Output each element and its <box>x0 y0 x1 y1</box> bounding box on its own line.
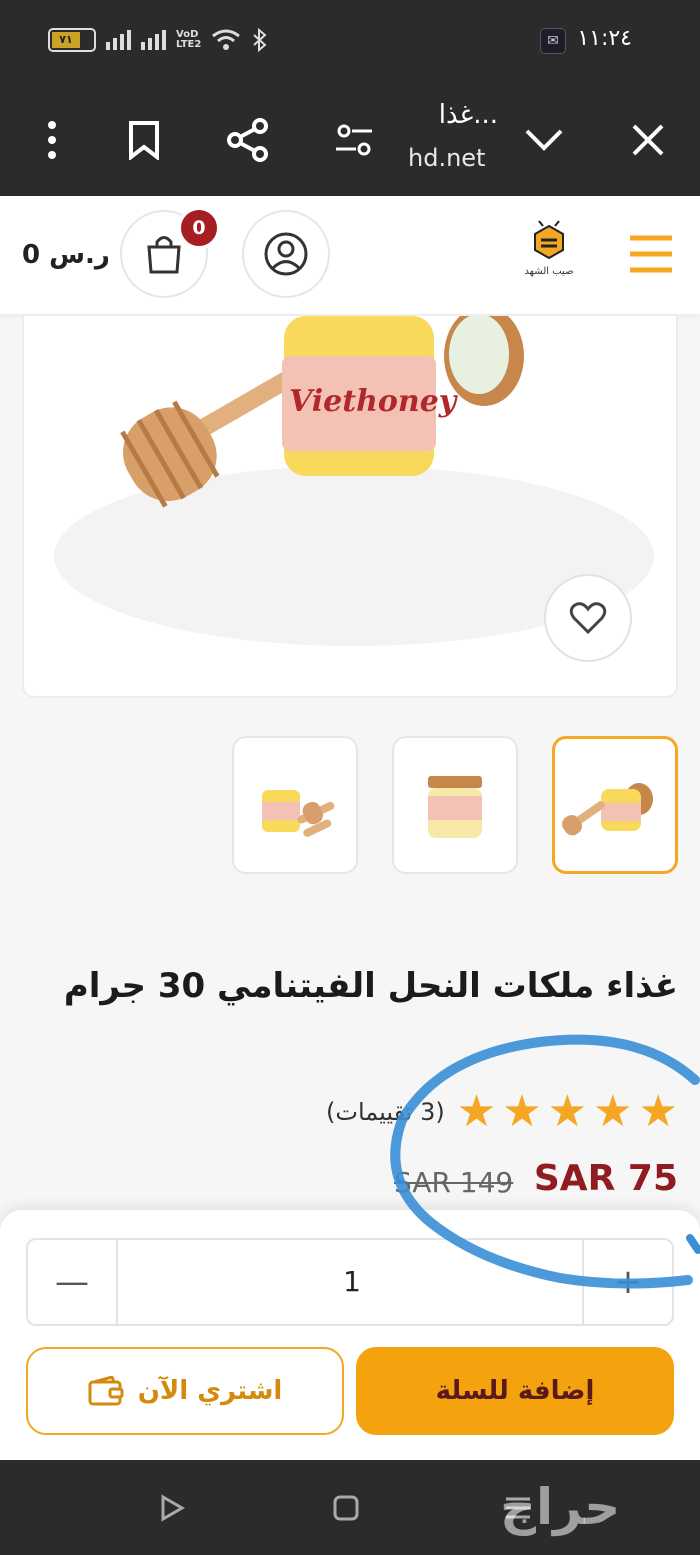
star-icon: ★ <box>456 1086 497 1137</box>
shopping-bag-icon <box>147 236 181 274</box>
buy-now-button[interactable]: اشتري الآن <box>26 1347 344 1435</box>
battery-icon: ٧١ <box>48 28 96 52</box>
thumbnail-3[interactable] <box>552 736 678 874</box>
signal-2-icon <box>141 30 166 50</box>
product-title: غذاء ملكات النحل الفيتنامي 30 جرام <box>63 966 678 1006</box>
status-time: ١١:٢٤ <box>577 26 632 51</box>
increase-quantity-button[interactable]: + <box>582 1240 672 1324</box>
status-left-icons: ٧١ VoD LTE2 <box>48 28 269 52</box>
network-type: VoD LTE2 <box>176 30 201 50</box>
battery-level: ٧١ <box>52 32 80 48</box>
url-text[interactable]: hd.net <box>408 144 498 172</box>
cart-count-badge: 0 <box>178 207 220 249</box>
thumbnail-2[interactable] <box>392 736 518 874</box>
share-icon[interactable] <box>220 112 276 168</box>
star-icon: ★ <box>547 1086 588 1137</box>
thumbnail-image <box>262 790 335 837</box>
cart-total: 0 ر.س <box>22 240 110 270</box>
quantity-value[interactable]: 1 <box>120 1240 584 1324</box>
network-label-bottom: LTE2 <box>176 39 202 50</box>
wifi-icon <box>212 29 241 50</box>
star-icon: ★ <box>638 1086 678 1137</box>
thumbnail-1[interactable] <box>232 736 358 874</box>
star-icon: ★ <box>502 1086 542 1137</box>
current-price: SAR 75 <box>533 1158 678 1199</box>
wishlist-button[interactable] <box>544 574 632 662</box>
add-to-cart-button[interactable]: إضافة للسلة <box>356 1347 674 1435</box>
hamburger-menu-icon[interactable] <box>628 234 674 274</box>
close-icon[interactable] <box>620 112 676 168</box>
bee-logo-icon <box>534 220 564 260</box>
bookmark-icon[interactable] <box>116 112 172 168</box>
add-to-cart-label: إضافة للسلة <box>435 1376 595 1406</box>
thumbnail-image <box>562 783 653 836</box>
user-icon <box>264 232 308 276</box>
logo-text: صيب الشهد <box>524 266 574 277</box>
original-price: SAR 149 <box>394 1166 514 1199</box>
star-icon: ★ <box>593 1086 633 1137</box>
notification-icon: ✉ <box>540 28 566 54</box>
rating-count[interactable]: (3 تقييمات) <box>326 1098 445 1126</box>
signal-icon <box>106 30 131 50</box>
account-button[interactable] <box>242 210 330 298</box>
rating: ★ ★ ★ ★ ★ (3 تقييمات) <box>326 1090 678 1134</box>
page-title[interactable]: غذا... <box>418 100 498 130</box>
bluetooth-icon <box>253 28 267 52</box>
site-logo[interactable]: صيب الشهد <box>514 220 584 290</box>
jar-brand-text: Viethoney <box>289 384 459 419</box>
home-icon[interactable] <box>324 1486 368 1530</box>
watermark: حراج <box>500 1478 621 1536</box>
more-options-icon[interactable] <box>24 112 80 168</box>
site-settings-icon[interactable] <box>326 112 382 168</box>
thumbnail-image <box>428 776 482 838</box>
decrease-quantity-button[interactable]: — <box>28 1240 118 1324</box>
status-bar: ٧١ VoD LTE2 ✉ ١١:٢٤ <box>0 0 700 84</box>
back-icon[interactable] <box>150 1486 194 1530</box>
browser-toolbar: غذا... hd.net <box>0 84 700 196</box>
wallet-icon <box>88 1376 124 1406</box>
quantity-stepper: — 1 + <box>26 1238 674 1326</box>
heart-icon <box>569 602 607 635</box>
chevron-down-icon[interactable] <box>516 112 572 168</box>
buy-now-label: اشتري الآن <box>137 1376 283 1406</box>
